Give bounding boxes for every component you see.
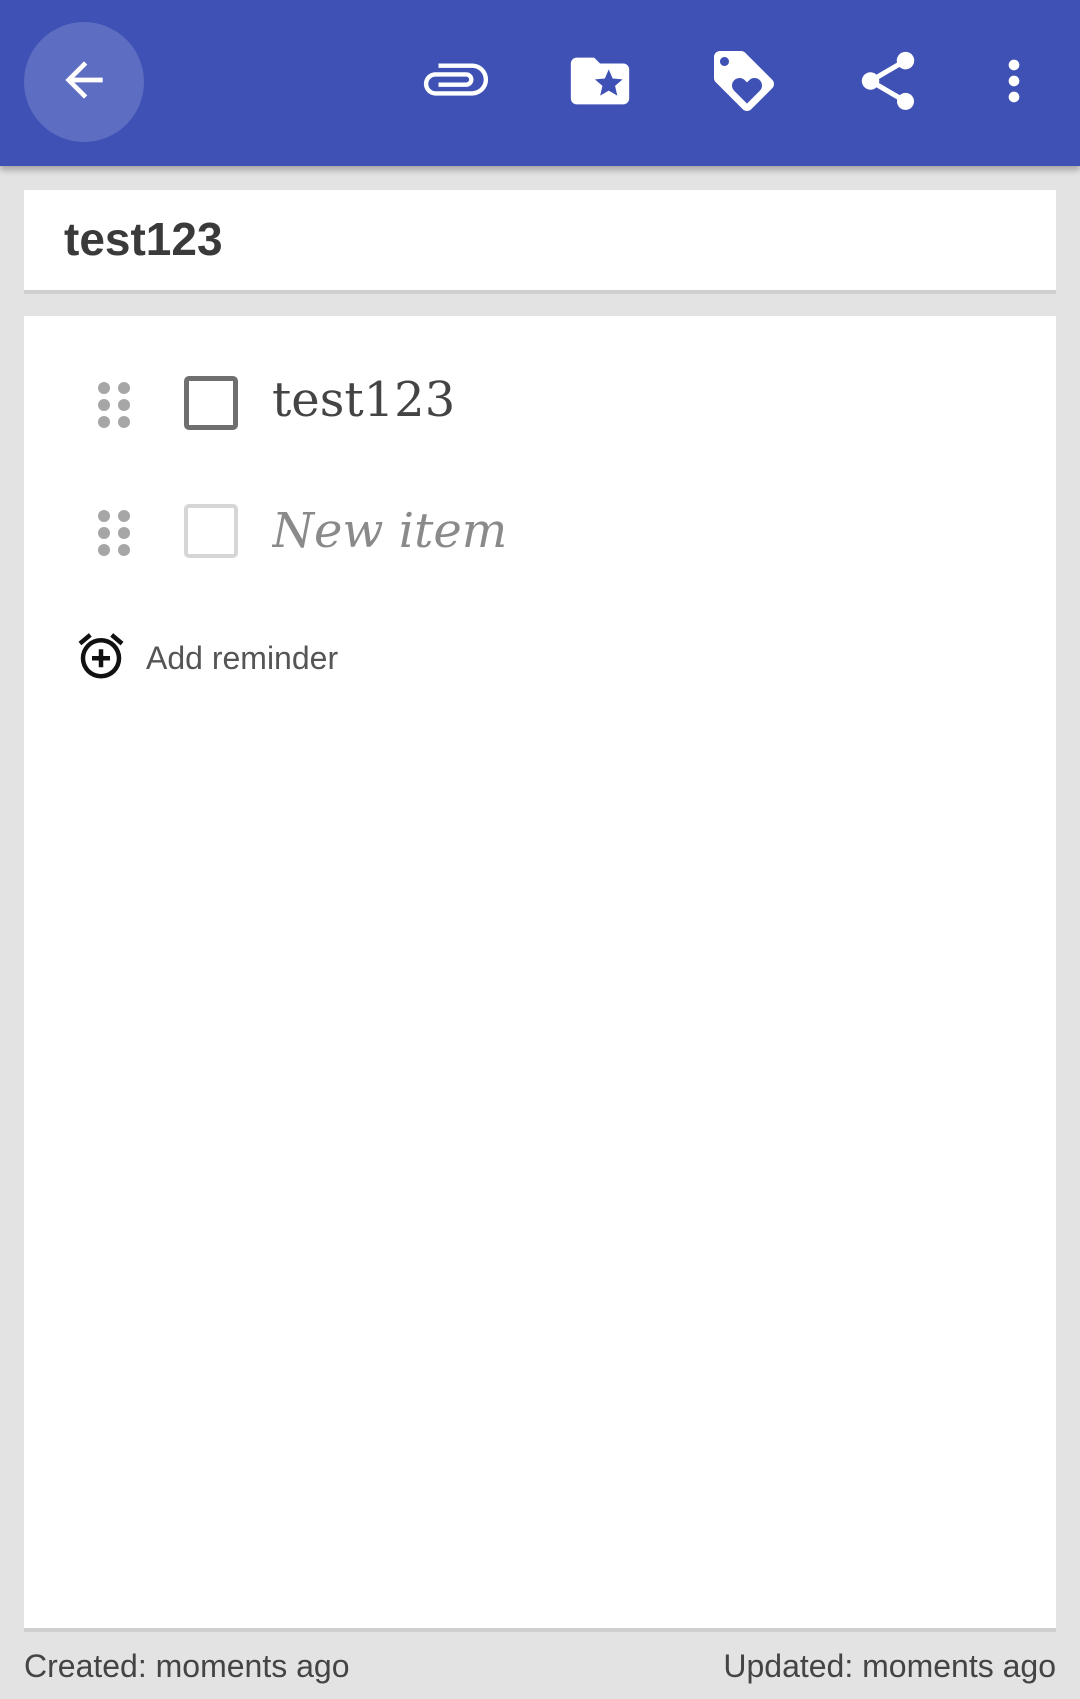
back-button[interactable] xyxy=(24,22,144,142)
alarm-add-icon xyxy=(74,629,128,687)
note-title[interactable]: test123 xyxy=(64,212,223,266)
tag-button[interactable] xyxy=(704,43,784,123)
note-title-card[interactable]: test123 xyxy=(24,190,1056,294)
new-item-input[interactable] xyxy=(272,496,972,566)
share-button[interactable] xyxy=(848,43,928,123)
drag-handle-icon[interactable] xyxy=(96,380,132,430)
updated-timestamp: Updated: moments ago xyxy=(723,1648,1056,1684)
back-arrow-icon xyxy=(56,52,112,112)
add-reminder-button[interactable]: Add reminder xyxy=(74,626,434,690)
share-icon xyxy=(853,46,923,120)
folder-star-icon xyxy=(565,46,635,120)
paperclip-icon xyxy=(421,46,491,120)
top-app-bar xyxy=(0,0,1080,166)
checklist-item-label[interactable]: test123 xyxy=(272,372,455,428)
checklist-item-checkbox[interactable] xyxy=(184,376,238,430)
more-vert-icon xyxy=(982,49,1046,117)
attach-button[interactable] xyxy=(416,43,496,123)
drag-handle-icon[interactable] xyxy=(96,508,132,558)
category-button[interactable] xyxy=(560,43,640,123)
more-options-button[interactable] xyxy=(974,43,1054,123)
new-checklist-item xyxy=(24,482,1056,582)
created-timestamp: Created: moments ago xyxy=(24,1648,350,1684)
add-reminder-label: Add reminder xyxy=(146,639,339,676)
checklist-item: test123 xyxy=(24,354,1056,454)
note-content-card: test123 Add reminder xyxy=(24,316,1056,1632)
new-item-checkbox[interactable] xyxy=(184,504,238,558)
tag-heart-icon xyxy=(708,45,780,121)
